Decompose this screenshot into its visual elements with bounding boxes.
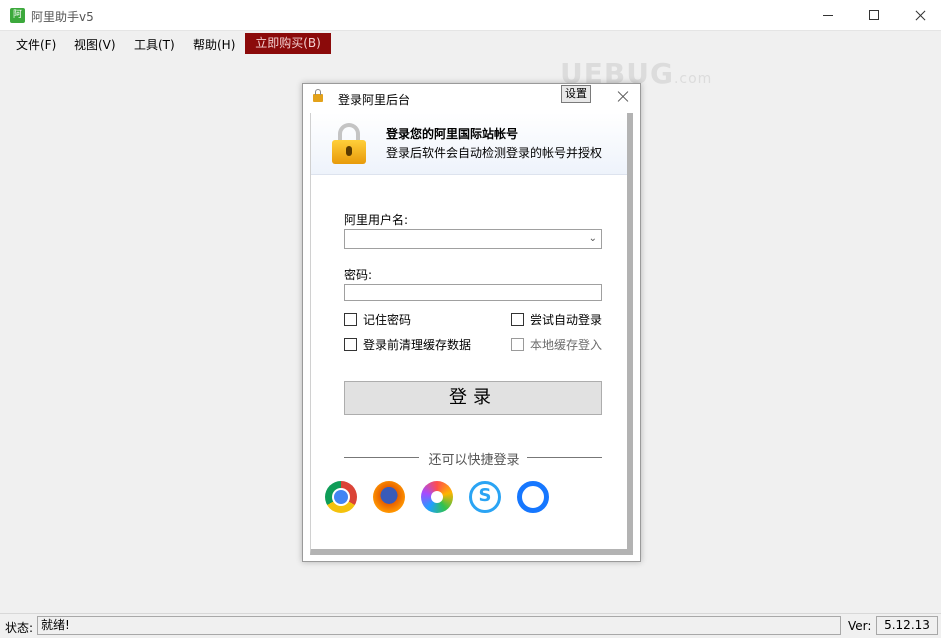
- sogou-browser-icon[interactable]: [469, 481, 501, 513]
- minimize-button[interactable]: [806, 0, 852, 31]
- username-combobox[interactable]: ⌄: [344, 229, 602, 249]
- dialog-body: 登录您的阿里国际站帐号 登录后软件会自动检测登录的帐号并授权 阿里用户名: ⌄ …: [310, 113, 633, 555]
- lock-icon: [313, 89, 323, 102]
- version-label: Ver:: [848, 619, 872, 633]
- watermark-suffix: .com: [673, 71, 713, 87]
- header-subtitle: 登录后软件会自动检测登录的帐号并授权: [386, 146, 603, 160]
- chevron-down-icon[interactable]: ⌄: [589, 233, 597, 244]
- username-label: 阿里用户名:: [344, 213, 409, 227]
- firefox-icon[interactable]: [373, 481, 405, 513]
- clear-cache-checkbox[interactable]: 登录前清理缓存数据: [344, 336, 471, 353]
- dialog-close-button[interactable]: [615, 88, 631, 104]
- menu-buy-now[interactable]: 立即购买(B): [245, 33, 331, 54]
- checkbox-icon[interactable]: [344, 338, 357, 351]
- menu-file[interactable]: 文件(F): [16, 36, 56, 53]
- window-title: 阿里助手v5: [31, 10, 94, 24]
- menu-view[interactable]: 视图(V): [74, 36, 116, 53]
- status-field: 就绪!: [37, 616, 841, 635]
- close-window-button[interactable]: [898, 0, 941, 31]
- status-bar: 状态: 就绪! Ver: 5.12.13: [0, 613, 941, 638]
- password-label: 密码:: [344, 268, 373, 282]
- quick-login-text: 还可以快捷登录: [428, 453, 520, 468]
- remember-password-label: 记住密码: [363, 313, 412, 327]
- 360-browser-icon[interactable]: [421, 481, 453, 513]
- padlock-icon: [332, 123, 366, 165]
- header-title: 登录您的阿里国际站帐号: [386, 127, 519, 141]
- maximize-button[interactable]: [852, 0, 898, 31]
- local-cache-label: 本地缓存登入: [530, 338, 603, 352]
- settings-button[interactable]: 设置: [561, 85, 591, 103]
- qq-browser-icon[interactable]: [517, 481, 549, 513]
- menu-bar: 文件(F) 视图(V) 工具(T) 帮助(H) 立即购买(B): [0, 31, 941, 57]
- dialog-header: 登录您的阿里国际站帐号 登录后软件会自动检测登录的帐号并授权: [311, 113, 627, 175]
- menu-tools[interactable]: 工具(T): [134, 36, 175, 53]
- checkbox-icon[interactable]: [344, 313, 357, 326]
- title-bar: 阿 阿里助手v5: [0, 0, 941, 31]
- password-input[interactable]: [344, 284, 602, 301]
- checkbox-icon: [511, 338, 524, 351]
- local-cache-checkbox: 本地缓存登入: [511, 336, 602, 353]
- clear-cache-label: 登录前清理缓存数据: [363, 338, 472, 352]
- auto-login-checkbox[interactable]: 尝试自动登录: [511, 311, 602, 328]
- version-field: 5.12.13: [876, 616, 938, 635]
- menu-help[interactable]: 帮助(H): [193, 36, 235, 53]
- status-label: 状态:: [5, 621, 34, 635]
- chrome-icon[interactable]: [325, 481, 357, 513]
- remember-password-checkbox[interactable]: 记住密码: [344, 311, 411, 328]
- auto-login-label: 尝试自动登录: [530, 313, 603, 327]
- login-dialog: 登录阿里后台 设置 登录您的阿里国际站帐号 登录后软件会自动检测登录的帐号并授权…: [302, 83, 641, 562]
- app-logo-icon: 阿: [10, 8, 25, 23]
- divider-right: [527, 457, 602, 458]
- divider-left: [344, 457, 419, 458]
- login-button[interactable]: 登录: [344, 381, 602, 415]
- checkbox-icon[interactable]: [511, 313, 524, 326]
- dialog-title: 登录阿里后台: [338, 93, 411, 107]
